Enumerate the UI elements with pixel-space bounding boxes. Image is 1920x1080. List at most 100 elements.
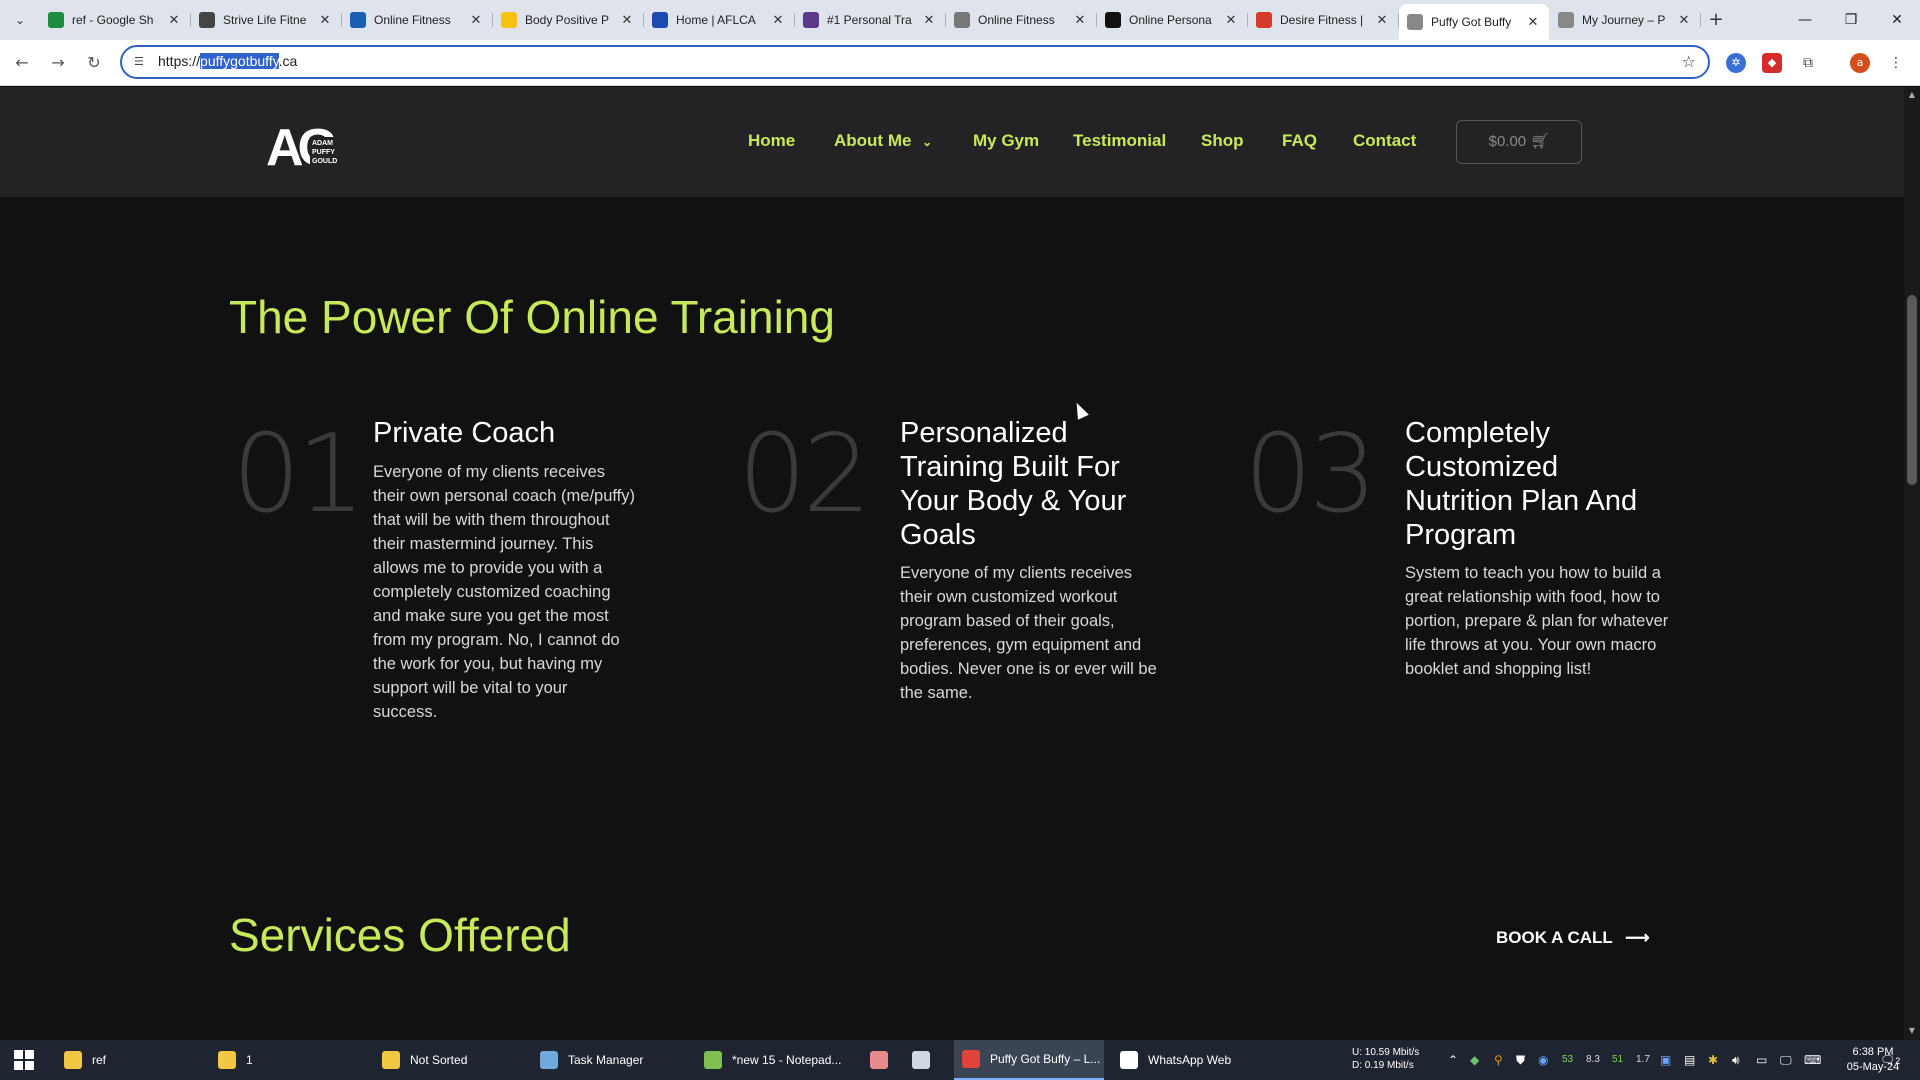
nav-contact[interactable]: Contact — [1353, 131, 1416, 151]
taskbar-item-label: Task Manager — [568, 1053, 644, 1067]
tab-close-icon[interactable]: ✕ — [1223, 12, 1239, 28]
nav-about-me[interactable]: About Me ⌄ — [834, 131, 932, 151]
scroll-down-icon[interactable]: ▼ — [1906, 1026, 1918, 1035]
tab-close-icon[interactable]: ✕ — [1525, 14, 1541, 30]
tab-close-icon[interactable]: ✕ — [1072, 12, 1088, 28]
taskbar-item[interactable]: WhatsApp Web — [1112, 1040, 1262, 1080]
svg-text:GOULD: GOULD — [312, 158, 337, 165]
browser-toolbar: ← → ↻ ☰ https://puffygotbuffy.ca ☆ ✲ ◆ ⧉… — [0, 40, 1920, 86]
browser-tab[interactable]: #1 Personal Tra ✕ — [795, 6, 946, 34]
browser-tab[interactable]: Home | AFLCA ✕ — [644, 6, 795, 34]
browser-tab[interactable]: Body Positive P ✕ — [493, 6, 644, 34]
tab-title: ref - Google Sh — [72, 13, 154, 27]
address-bar[interactable]: ☰ https://puffygotbuffy.ca ☆ — [120, 45, 1710, 79]
tray-search-icon[interactable]: ⚲ — [1494, 1040, 1503, 1080]
taskbar-item[interactable]: 1 — [210, 1040, 360, 1080]
browser-tab[interactable]: ref - Google Sh ✕ — [40, 6, 191, 34]
tab-close-icon[interactable]: ✕ — [619, 12, 635, 28]
browser-tab[interactable]: My Journey – P ✕ — [1550, 6, 1701, 34]
site-logo[interactable]: AG ADAM PUFFY GOULD — [266, 115, 344, 169]
bookmark-star-icon[interactable]: ☆ — [1682, 52, 1696, 71]
tray-globe-icon[interactable]: ◉ — [1538, 1040, 1548, 1080]
scroll-up-icon[interactable]: ▲ — [1906, 90, 1918, 99]
menu-kebab-icon[interactable]: ⋮ — [1886, 53, 1906, 73]
page-scrollbar[interactable] — [1904, 87, 1920, 1041]
new-tab-icon[interactable]: + — [1704, 8, 1728, 32]
nav-my-gym[interactable]: My Gym — [973, 131, 1039, 151]
feature-title-2: Personalized Training Built For Your Bod… — [900, 417, 1127, 551]
tab-close-icon[interactable]: ✕ — [770, 12, 786, 28]
tray-app2-icon[interactable]: ✱ — [1708, 1040, 1718, 1080]
tab-favicon-icon — [199, 12, 215, 28]
taskbar-item-label: WhatsApp Web — [1148, 1053, 1232, 1067]
taskbar-app-icon — [382, 1051, 400, 1069]
tab-search-icon[interactable]: ⌄ — [8, 8, 32, 32]
tray-calendar2-icon[interactable]: ▤ — [1684, 1040, 1695, 1080]
tray-shield-icon[interactable]: ⛊ — [1516, 1040, 1525, 1080]
browser-tab[interactable]: Online Fitness ✕ — [342, 6, 493, 34]
cart-button[interactable]: $0.00 🛒︎ — [1456, 120, 1582, 164]
url-text[interactable]: https://puffygotbuffy.ca — [158, 53, 297, 69]
svg-text:ADAM: ADAM — [312, 140, 333, 147]
tab-close-icon[interactable]: ✕ — [921, 12, 937, 28]
network-icon[interactable]: 🖵︎ — [1780, 1040, 1792, 1080]
shield-extension-icon[interactable]: ◆ — [1762, 53, 1782, 73]
browser-tab[interactable]: Online Persona ✕ — [1097, 6, 1248, 34]
language-icon[interactable]: ⌨ — [1804, 1040, 1821, 1080]
nav-shop[interactable]: Shop — [1201, 131, 1244, 151]
book-a-call-button[interactable]: BOOK A CALL ⟶ — [1496, 928, 1650, 948]
tab-title: Body Positive P — [525, 13, 610, 27]
battery-icon[interactable]: ▭ — [1756, 1040, 1767, 1080]
close-window-icon[interactable]: ✕ — [1874, 0, 1920, 40]
browser-tab[interactable]: Puffy Got Buffy ✕ — [1399, 4, 1549, 40]
show-hidden-icons[interactable]: ⌃ — [1448, 1040, 1458, 1080]
tab-close-icon[interactable]: ✕ — [1374, 12, 1390, 28]
taskbar-item-label: *new 15 - Notepad... — [732, 1053, 842, 1067]
site-info-icon[interactable]: ☰ — [134, 55, 150, 69]
tab-close-icon[interactable]: ✕ — [1676, 12, 1692, 28]
tray-value-1: 53 — [1562, 1054, 1574, 1065]
taskbar-item[interactable] — [862, 1040, 898, 1080]
notifications-icon[interactable]: 🗨︎2 — [1880, 1040, 1900, 1080]
taskbar-item[interactable] — [904, 1040, 940, 1080]
taskbar-item[interactable]: *new 15 - Notepad... — [696, 1040, 866, 1080]
feature-number-1: 01 — [232, 412, 365, 537]
feature-title-3: Completely Customized Nutrition Plan And… — [1405, 417, 1638, 551]
cart-icon: 🛒︎ — [1530, 133, 1550, 150]
services-heading: Services Offered — [229, 909, 571, 961]
profile-avatar-icon[interactable]: a — [1850, 53, 1870, 73]
browser-tab[interactable]: Online Fitness ✕ — [946, 6, 1097, 34]
back-icon[interactable]: ← — [10, 51, 34, 75]
nav-testimonial[interactable]: Testimonial — [1073, 131, 1166, 151]
tab-close-icon[interactable]: ✕ — [317, 12, 333, 28]
tab-favicon-icon — [48, 12, 64, 28]
tray-calendar-icon[interactable]: ▣ — [1660, 1040, 1671, 1080]
taskbar-item-label: Puffy Got Buffy – L... — [990, 1052, 1101, 1066]
nav-faq[interactable]: FAQ — [1282, 131, 1317, 151]
taskbar-item-label: 1 — [246, 1053, 253, 1067]
reload-icon[interactable]: ↻ — [82, 51, 106, 75]
nav-home[interactable]: Home — [748, 131, 795, 151]
taskbar-item[interactable]: Not Sorted — [374, 1040, 524, 1080]
tab-close-icon[interactable]: ✕ — [166, 12, 182, 28]
tray-app-icon[interactable]: ◆ — [1470, 1040, 1479, 1080]
extension-icon[interactable]: ✲ — [1726, 53, 1746, 73]
scrollbar-thumb[interactable] — [1907, 295, 1917, 485]
taskbar-item[interactable]: ref — [56, 1040, 206, 1080]
tab-title: My Journey – P — [1582, 13, 1666, 27]
restore-icon[interactable]: ❐ — [1828, 0, 1874, 40]
extensions-puzzle-icon[interactable]: ⧉ — [1798, 53, 1818, 73]
windows-start-icon[interactable] — [14, 1050, 34, 1070]
browser-tab[interactable]: Desire Fitness | ✕ — [1248, 6, 1399, 34]
volume-icon[interactable]: 🔊︎ — [1732, 1040, 1740, 1080]
forward-icon[interactable]: → — [46, 51, 70, 75]
minimize-icon[interactable]: — — [1782, 0, 1828, 40]
windows-taskbar: ref 1 Not Sorted Task Manager *new 15 - Note… — [0, 1040, 1920, 1080]
tab-title: #1 Personal Tra — [827, 13, 912, 27]
taskbar-item[interactable]: Task Manager — [532, 1040, 692, 1080]
taskbar-item[interactable]: Puffy Got Buffy – L... — [954, 1040, 1104, 1080]
tab-close-icon[interactable]: ✕ — [468, 12, 484, 28]
tab-favicon-icon — [954, 12, 970, 28]
browser-tab[interactable]: Strive Life Fitne ✕ — [191, 6, 342, 34]
tab-title: Online Fitness — [374, 13, 451, 27]
